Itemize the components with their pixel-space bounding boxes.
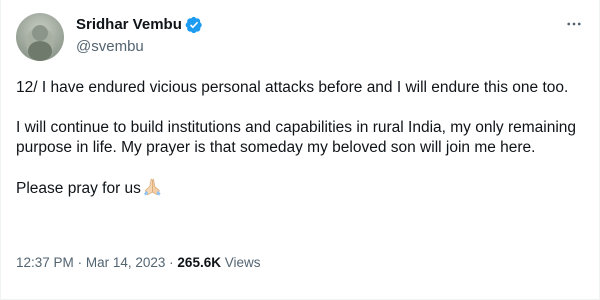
tweet-closing-line: Please pray for us — [16, 178, 576, 202]
avatar[interactable] — [16, 13, 64, 61]
tweet-time[interactable]: 12:37 PM — [16, 255, 74, 270]
avatar-photo — [26, 25, 54, 61]
card-border-left — [0, 0, 1, 300]
views-label: Views — [224, 255, 261, 270]
folded-hands-icon — [142, 178, 164, 202]
tweet-text: 12/ I have endured vicious personal atta… — [16, 78, 576, 202]
views-count: 265.6K — [177, 255, 221, 270]
more-options-icon[interactable] — [562, 12, 586, 36]
author-display-name[interactable]: Sridhar Vembu — [76, 15, 182, 35]
tweet-paragraph: I will continue to build institutions an… — [16, 119, 577, 156]
author-handle[interactable]: @svembu — [76, 37, 144, 57]
tweet-paragraph: 12/ I have endured vicious personal atta… — [16, 79, 569, 96]
tweet-date[interactable]: Mar 14, 2023 — [86, 255, 166, 270]
verified-badge-icon — [185, 16, 203, 34]
tweet-closing-text: Please pray for us — [16, 180, 141, 197]
tweet-card: Sridhar Vembu @svembu 12/ I have endured… — [0, 0, 600, 300]
meta-separator: · — [77, 255, 83, 270]
author-name-row: Sridhar Vembu — [76, 15, 203, 35]
tweet-metadata: 12:37 PM · Mar 14, 2023 · 265.6K Views — [16, 254, 261, 272]
